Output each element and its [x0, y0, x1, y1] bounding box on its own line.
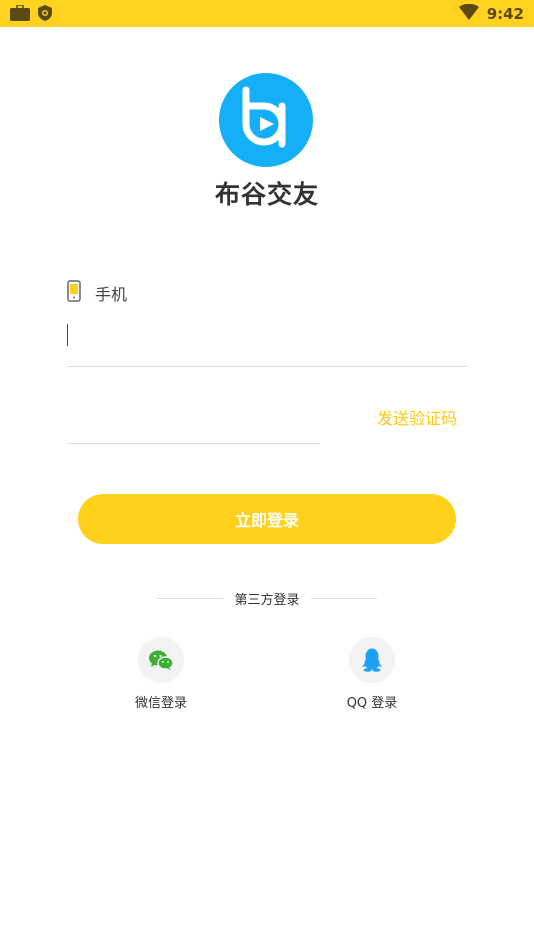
app-name: 布谷交友 — [214, 180, 319, 209]
app-logo — [218, 72, 314, 168]
phone-underline — [67, 366, 467, 367]
wifi-icon — [458, 3, 479, 24]
qq-login-button[interactable]: QQ 登录 — [312, 637, 432, 711]
divider-right — [311, 598, 377, 599]
verification-code-input[interactable] — [67, 405, 317, 435]
phone-label-row: 手机 — [67, 280, 127, 306]
third-party-title: 第三方登录 — [234, 593, 300, 608]
status-bar: 9:42 — [0, 0, 534, 27]
divider-left — [157, 598, 223, 599]
text-cursor — [67, 324, 68, 346]
send-code-button[interactable]: 发送验证码 — [377, 405, 457, 429]
status-right-icons: 9:42 — [458, 3, 524, 24]
wechat-login-label: 微信登录 — [134, 696, 187, 711]
code-underline — [67, 443, 320, 444]
shield-icon — [38, 5, 52, 25]
logo-icon — [219, 73, 313, 167]
login-button[interactable]: 立即登录 — [78, 494, 456, 544]
phone-icon — [67, 280, 81, 306]
qq-icon — [362, 648, 382, 672]
phone-input[interactable] — [67, 320, 467, 350]
status-left-icons — [10, 4, 52, 25]
briefcase-icon — [10, 4, 30, 25]
wechat-icon-circle — [138, 637, 184, 683]
status-time: 9:42 — [486, 5, 524, 23]
qq-login-label: QQ 登录 — [346, 696, 398, 711]
wechat-icon — [149, 650, 174, 670]
wechat-login-button[interactable]: 微信登录 — [101, 637, 221, 711]
phone-label: 手机 — [95, 285, 128, 304]
qq-icon-circle — [349, 637, 395, 683]
